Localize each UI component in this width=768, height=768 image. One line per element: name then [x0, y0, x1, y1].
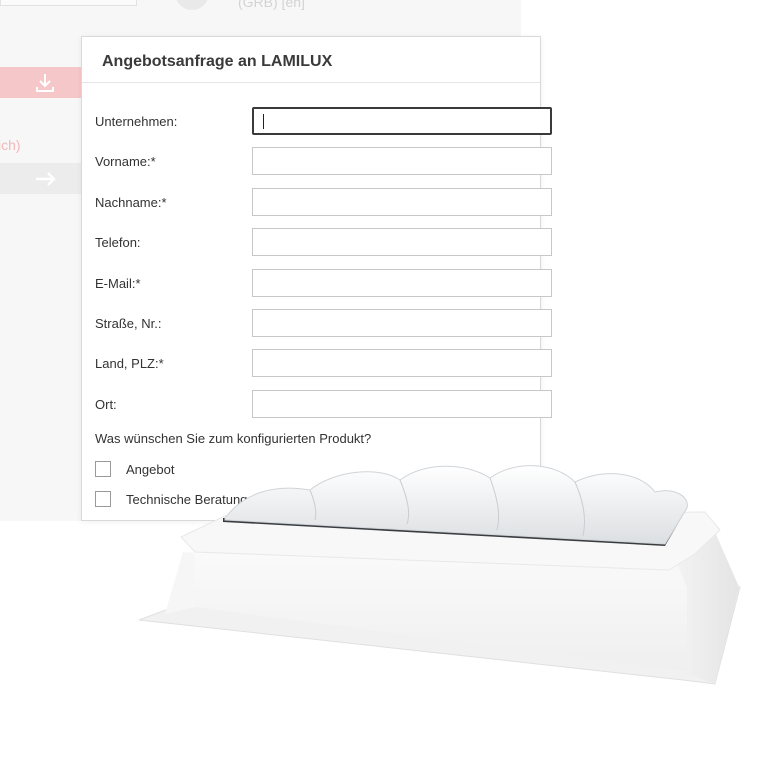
field-label: Nachname:*	[95, 195, 167, 210]
nachname-input[interactable]	[252, 188, 552, 216]
field-label: Telefon:	[95, 235, 141, 250]
field-label: Unternehmen:	[95, 114, 178, 129]
dialog-title: Angebotsanfrage an LAMILUX	[102, 53, 333, 70]
vorname-input[interactable]	[252, 147, 552, 175]
skylight-product-image	[138, 465, 741, 685]
download-icon	[36, 74, 54, 92]
field-label: E-Mail:*	[95, 276, 141, 291]
next-button[interactable]	[0, 163, 82, 194]
unternehmen-input[interactable]	[252, 107, 552, 135]
ort-input[interactable]	[252, 390, 552, 418]
field-label: Vorname:*	[95, 154, 156, 169]
text-caret	[263, 114, 264, 129]
email-input[interactable]	[252, 269, 552, 297]
background-top-box	[0, 0, 137, 6]
field-row-vorname: Vorname:*	[82, 147, 552, 175]
arrow-right-icon	[36, 172, 56, 186]
field-label: Land, PLZ:*	[95, 356, 164, 371]
product-question: Was wünschen Sie zum konfigurierten Prod…	[95, 431, 372, 446]
field-row-telefon: Telefon:	[82, 228, 552, 256]
background-circle	[175, 0, 209, 10]
field-row-unternehmen: Unternehmen:	[82, 107, 552, 135]
field-row-ort: Ort:	[82, 390, 552, 418]
background-top-text: (GRB) [en]	[238, 0, 305, 10]
field-label: Ort:	[95, 397, 117, 412]
strasse-input[interactable]	[252, 309, 552, 337]
quote-request-dialog: Angebotsanfrage an LAMILUX Unternehmen: …	[81, 36, 552, 521]
technische-beratung-checkbox[interactable]	[95, 491, 111, 507]
field-row-nachname: Nachname:*	[82, 188, 552, 216]
field-label: Straße, Nr.:	[95, 316, 162, 331]
dialog-header: Angebotsanfrage an LAMILUX	[82, 37, 540, 83]
field-row-land-plz: Land, PLZ:*	[82, 349, 552, 377]
angebot-checkbox[interactable]	[95, 461, 111, 477]
field-row-strasse: Straße, Nr.:	[82, 309, 552, 337]
background-red-text: ich)	[0, 137, 21, 153]
telefon-input[interactable]	[252, 228, 552, 256]
land-plz-input[interactable]	[252, 349, 552, 377]
field-row-email: E-Mail:*	[82, 269, 552, 297]
download-button[interactable]	[0, 67, 82, 98]
